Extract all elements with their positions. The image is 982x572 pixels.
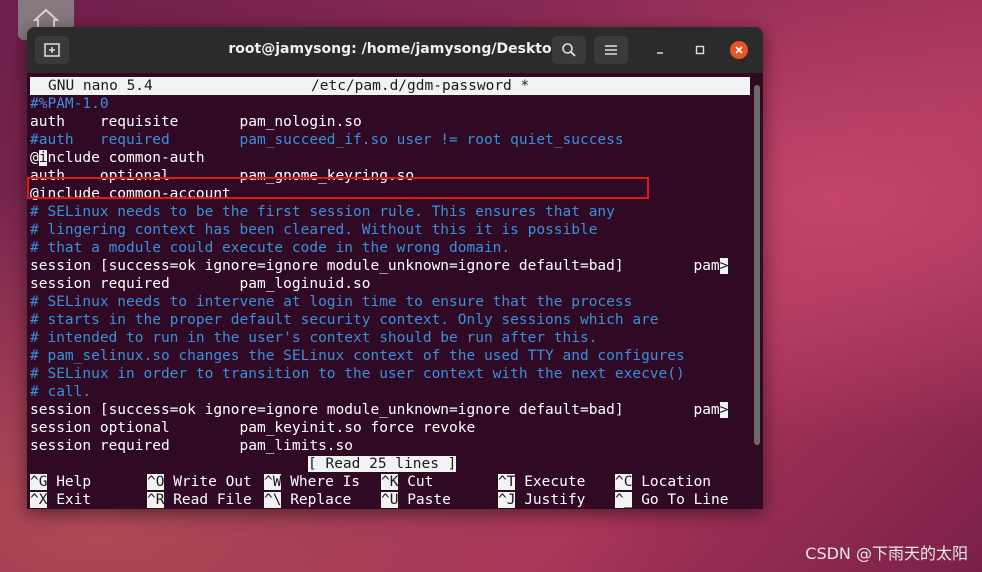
- line-text: # SELinux needs to intervene at login ti…: [30, 294, 633, 310]
- line-text: nclude common-auth: [47, 150, 205, 166]
- shortcut-key: ^W: [264, 474, 282, 490]
- shortcut-key: ^\: [264, 492, 282, 508]
- shortcut-write-out[interactable]: ^O Write Out: [147, 473, 252, 491]
- overflow-marker: >: [719, 402, 729, 418]
- shortcut-where-is[interactable]: ^W Where Is: [264, 473, 360, 491]
- new-tab-icon: [44, 43, 60, 57]
- editor-line: # SELinux needs to be the first session …: [30, 203, 615, 221]
- highlight-box: [27, 177, 649, 199]
- shortcut-justify[interactable]: ^J Justify: [498, 491, 585, 509]
- nano-filename: /etc/pam.d/gdm-password *: [311, 78, 530, 94]
- shortcut-paste[interactable]: ^U Paste: [381, 491, 451, 509]
- status-line: [ Read 25 lines ]: [308, 455, 457, 473]
- line-text: # SELinux needs to be the first session …: [30, 204, 615, 220]
- editor-line: # call.: [30, 383, 91, 401]
- terminal-content[interactable]: GNU nano 5.4/etc/pam.d/gdm-password * #%…: [27, 73, 763, 509]
- title-bar: root@jamysong: /home/jamysong/Desktop: [27, 27, 763, 73]
- editor-line: auth requisite pam_nologin.so: [30, 113, 362, 131]
- editor-line: session [success=ok ignore=ignore module…: [30, 401, 729, 419]
- search-icon: [562, 43, 576, 57]
- line-text: #%PAM-1.0: [30, 96, 109, 112]
- editor-line: @include common-auth: [30, 149, 205, 167]
- line-text: session required pam_limits.so: [30, 438, 354, 454]
- shortcut-label: Go To Line: [632, 492, 729, 508]
- line-text: session required pam_loginuid.so: [30, 276, 371, 292]
- nano-version: GNU nano 5.4: [48, 78, 153, 94]
- scrollbar[interactable]: [754, 85, 760, 445]
- shortcut-label: Where Is: [281, 474, 361, 490]
- shortcut-key: ^K: [381, 474, 399, 490]
- overflow-marker: >: [719, 258, 729, 274]
- new-tab-button[interactable]: [35, 36, 69, 64]
- shortcut-key: ^X: [30, 492, 48, 508]
- editor-line: #%PAM-1.0: [30, 95, 109, 113]
- editor-line: session required pam_loginuid.so: [30, 275, 370, 293]
- shortcut-key: ^J: [498, 492, 516, 508]
- nano-header: GNU nano 5.4/etc/pam.d/gdm-password *: [30, 77, 750, 95]
- shortcut-key: ^G: [30, 474, 48, 490]
- shortcut-read-file[interactable]: ^R Read File: [147, 491, 252, 509]
- editor-line: # SELinux in order to transition to the …: [30, 365, 685, 383]
- line-text: @: [30, 150, 39, 166]
- shortcut-help[interactable]: ^G Help: [30, 473, 91, 491]
- shortcut-key: ^U: [381, 492, 399, 508]
- close-icon: [735, 46, 743, 54]
- shortcut-exit[interactable]: ^X Exit: [30, 491, 91, 509]
- highlighted-line: #auth required pam_succeed_if.so user !=…: [30, 131, 624, 149]
- line-text: # intended to run in the user's context …: [30, 330, 598, 346]
- menu-button[interactable]: [594, 36, 628, 64]
- shortcut-location[interactable]: ^C Location: [615, 473, 711, 491]
- shortcut-key: ^_: [615, 492, 633, 508]
- shortcut-label: Execute: [515, 474, 586, 490]
- shortcut-label: Help: [47, 474, 92, 490]
- shortcut-label: Exit: [47, 492, 92, 508]
- line-text: # lingering context has been cleared. Wi…: [30, 222, 598, 238]
- line-text: # call.: [30, 384, 92, 400]
- editor-line: session [success=ok ignore=ignore module…: [30, 257, 729, 275]
- line-text: # SELinux in order to transition to the …: [30, 366, 685, 382]
- editor-line: # lingering context has been cleared. Wi…: [30, 221, 597, 239]
- status-message: [ Read 25 lines ]: [308, 456, 457, 472]
- shortcut-execute[interactable]: ^T Execute: [498, 473, 585, 491]
- shortcut-key: ^O: [147, 474, 165, 490]
- shortcut-label: Paste: [398, 492, 451, 508]
- shortcut-key: ^T: [498, 474, 516, 490]
- line-text: session [success=ok ignore=ignore module…: [30, 402, 720, 418]
- shortcut-label: Location: [632, 474, 712, 490]
- minimize-button[interactable]: [651, 41, 669, 59]
- shortcut-label: Read File: [164, 492, 252, 508]
- close-button[interactable]: [730, 41, 748, 59]
- shortcut-label: Replace: [281, 492, 352, 508]
- shortcut-key: ^C: [615, 474, 633, 490]
- terminal-window: root@jamysong: /home/jamysong/Desktop GN…: [27, 27, 763, 509]
- editor-line: # pam_selinux.so changes the SELinux con…: [30, 347, 685, 365]
- shortcut-label: Cut: [398, 474, 434, 490]
- editor-line: # starts in the proper default security …: [30, 311, 659, 329]
- line-text: session [success=ok ignore=ignore module…: [30, 258, 720, 274]
- minimize-icon: [657, 52, 663, 54]
- line-text: #auth required pam_succeed_if.so user !=…: [30, 132, 624, 148]
- search-button[interactable]: [552, 36, 586, 64]
- editor-line: # SELinux needs to intervene at login ti…: [30, 293, 632, 311]
- editor-line: session required pam_limits.so: [30, 437, 353, 455]
- hamburger-menu-icon: [605, 45, 617, 55]
- shortcut-replace[interactable]: ^\ Replace: [264, 491, 351, 509]
- csdn-watermark: CSDN @下雨天的太阳: [805, 544, 968, 563]
- line-text: # that a module could execute code in th…: [30, 240, 511, 256]
- shortcut-cut[interactable]: ^K Cut: [381, 473, 433, 491]
- shortcut-key: ^R: [147, 492, 165, 508]
- editor-line: # that a module could execute code in th…: [30, 239, 510, 257]
- line-text: session optional pam_keyinit.so force re…: [30, 420, 476, 436]
- shortcut-label: Justify: [515, 492, 586, 508]
- maximize-icon: [695, 45, 705, 55]
- line-text: auth requisite pam_nologin.so: [30, 114, 362, 130]
- shortcut-go-to-line[interactable]: ^_ Go To Line: [615, 491, 729, 509]
- line-text: # pam_selinux.so changes the SELinux con…: [30, 348, 685, 364]
- line-text: # starts in the proper default security …: [30, 312, 659, 328]
- maximize-button[interactable]: [691, 41, 709, 59]
- shortcut-label: Write Out: [164, 474, 252, 490]
- editor-line: session optional pam_keyinit.so force re…: [30, 419, 475, 437]
- editor-line: # intended to run in the user's context …: [30, 329, 597, 347]
